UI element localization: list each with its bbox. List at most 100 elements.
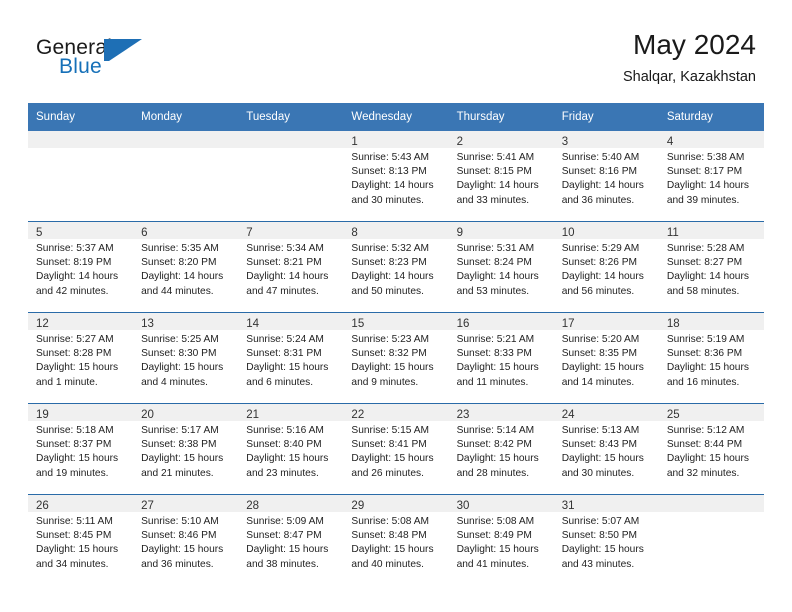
sun-info: Sunrise: 5:43 AM Sunset: 8:13 PM Daylight:… bbox=[343, 148, 448, 208]
calendar-day-cell[interactable]: 7 Sunrise: 5:34 AM Sunset: 8:21 PM Daylight… bbox=[238, 221, 344, 313]
calendar-day-cell[interactable]: 9 Sunrise: 5:31 AM Sunset: 8:24 PM Daylight… bbox=[448, 221, 554, 313]
calendar-day-cell[interactable]: 30 Sunrise: 5:08 AM Sunset: 8:49 PM Dayligh… bbox=[448, 494, 554, 585]
day-number: 24 bbox=[561, 409, 575, 421]
sunset-time: Sunset: 8:33 PM bbox=[456, 348, 532, 360]
daylight-duration-line2: and 21 minutes. bbox=[141, 467, 214, 479]
day-number: 11 bbox=[666, 227, 679, 239]
daylight-duration-line2: and 4 minutes. bbox=[141, 376, 208, 388]
calendar-day-cell[interactable]: 31 Sunrise: 5:07 AM Sunset: 8:50 PM Dayligh… bbox=[553, 494, 659, 585]
day-cell-inner: 9 Sunrise: 5:31 AM Sunset: 8:24 PM Daylight… bbox=[448, 222, 554, 312]
calendar-day-cell[interactable]: 13 Sunrise: 5:25 AM Sunset: 8:30 PM Dayligh… bbox=[133, 312, 239, 404]
day-cell-inner: 14 Sunrise: 5:24 AM Sunset: 8:31 PM Dayligh… bbox=[238, 313, 344, 403]
calendar-day-cell[interactable]: 4 Sunrise: 5:38 AM Sunset: 8:17 PM Daylight… bbox=[658, 131, 764, 222]
calendar-day-cell[interactable]: 21 Sunrise: 5:16 AM Sunset: 8:40 PM Dayligh… bbox=[238, 403, 344, 495]
day-number-band: 19 bbox=[28, 404, 134, 421]
calendar-week-row: 19 Sunrise: 5:18 AM Sunset: 8:37 PM Dayligh… bbox=[28, 403, 764, 495]
daylight-duration-line2: and 1 minute. bbox=[36, 376, 98, 388]
sun-info: Sunrise: 5:21 AM Sunset: 8:33 PM Daylight:… bbox=[449, 330, 554, 390]
daylight-duration-line2: and 42 minutes. bbox=[36, 285, 109, 297]
sunrise-time: Sunrise: 5:25 AM bbox=[141, 334, 219, 345]
calendar-day-cell[interactable]: 8 Sunrise: 5:32 AM Sunset: 8:23 PM Daylight… bbox=[343, 221, 449, 313]
calendar-day-cell[interactable]: 29 Sunrise: 5:08 AM Sunset: 8:48 PM Dayligh… bbox=[343, 494, 449, 585]
sunset-time: Sunset: 8:19 PM bbox=[36, 257, 112, 269]
daylight-duration-line1: Daylight: 15 hours bbox=[351, 544, 434, 556]
day-cell-inner: 17 Sunrise: 5:20 AM Sunset: 8:35 PM Dayligh… bbox=[553, 313, 659, 403]
calendar-day-cell[interactable]: 17 Sunrise: 5:20 AM Sunset: 8:35 PM Dayligh… bbox=[553, 312, 659, 404]
calendar-day-cell[interactable]: 15 Sunrise: 5:23 AM Sunset: 8:32 PM Dayligh… bbox=[343, 312, 449, 404]
calendar-day-cell[interactable]: 10 Sunrise: 5:29 AM Sunset: 8:26 PM Dayligh… bbox=[553, 221, 659, 313]
daylight-duration-line1: Daylight: 15 hours bbox=[456, 453, 539, 465]
day-number: 22 bbox=[351, 409, 365, 421]
calendar-day-cell[interactable]: 18 Sunrise: 5:19 AM Sunset: 8:36 PM Dayligh… bbox=[658, 312, 764, 404]
sunrise-time: Sunrise: 5:16 AM bbox=[246, 425, 324, 436]
day-number-band: 3 bbox=[553, 131, 659, 148]
weekday-header-tuesday: Tuesday bbox=[238, 103, 344, 131]
day-number-band: 16 bbox=[448, 313, 554, 330]
daylight-duration-line2: and 43 minutes. bbox=[561, 558, 635, 570]
calendar-day-cell[interactable]: 26 Sunrise: 5:11 AM Sunset: 8:45 PM Dayligh… bbox=[28, 494, 134, 585]
day-number-band: 25 bbox=[658, 404, 764, 421]
daylight-duration-line1: Daylight: 15 hours bbox=[141, 544, 224, 556]
day-cell-inner: 18 Sunrise: 5:19 AM Sunset: 8:36 PM Dayligh… bbox=[658, 313, 764, 403]
daylight-duration-line2: and 34 minutes. bbox=[36, 558, 109, 570]
day-cell-inner: 5 Sunrise: 5:37 AM Sunset: 8:19 PM Daylight… bbox=[28, 222, 134, 312]
sun-info: Sunrise: 5:08 AM Sunset: 8:48 PM Daylight:… bbox=[343, 512, 448, 572]
day-cell-inner bbox=[28, 131, 134, 221]
weekday-header-saturday: Saturday bbox=[658, 103, 764, 131]
calendar-day-cell[interactable]: 14 Sunrise: 5:24 AM Sunset: 8:31 PM Dayligh… bbox=[238, 312, 344, 404]
calendar-day-cell[interactable]: 25 Sunrise: 5:12 AM Sunset: 8:44 PM Dayligh… bbox=[658, 403, 764, 495]
sun-info: Sunrise: 5:37 AM Sunset: 8:19 PM Daylight:… bbox=[28, 239, 133, 299]
calendar-day-cell[interactable]: 16 Sunrise: 5:21 AM Sunset: 8:33 PM Dayligh… bbox=[448, 312, 554, 404]
day-number: 30 bbox=[456, 500, 470, 512]
day-number: 27 bbox=[141, 500, 154, 512]
calendar-day-cell[interactable]: 24 Sunrise: 5:13 AM Sunset: 8:43 PM Dayligh… bbox=[553, 403, 659, 495]
day-number-band: 9 bbox=[448, 222, 554, 239]
calendar-day-cell[interactable]: 22 Sunrise: 5:15 AM Sunset: 8:41 PM Dayligh… bbox=[343, 403, 449, 495]
daylight-duration-line1: Daylight: 14 hours bbox=[351, 271, 434, 283]
calendar-day-cell[interactable]: 11 Sunrise: 5:28 AM Sunset: 8:27 PM Dayligh… bbox=[658, 221, 764, 313]
sunrise-time: Sunrise: 5:40 AM bbox=[561, 152, 640, 163]
sunset-time: Sunset: 8:28 PM bbox=[36, 348, 112, 360]
sun-info: Sunrise: 5:18 AM Sunset: 8:37 PM Daylight:… bbox=[28, 421, 133, 481]
calendar-day-cell[interactable]: 28 Sunrise: 5:09 AM Sunset: 8:47 PM Dayligh… bbox=[238, 494, 344, 585]
calendar-day-cell[interactable]: 20 Sunrise: 5:17 AM Sunset: 8:38 PM Dayligh… bbox=[133, 403, 239, 495]
day-number-band: 23 bbox=[448, 404, 554, 421]
sunset-time: Sunset: 8:40 PM bbox=[246, 439, 322, 451]
day-cell-inner: 26 Sunrise: 5:11 AM Sunset: 8:45 PM Dayligh… bbox=[28, 495, 134, 585]
day-number: 19 bbox=[36, 409, 49, 421]
sunset-time: Sunset: 8:27 PM bbox=[666, 257, 743, 269]
day-cell-inner: 24 Sunrise: 5:13 AM Sunset: 8:43 PM Dayligh… bbox=[553, 404, 659, 494]
calendar-day-cell[interactable]: 23 Sunrise: 5:14 AM Sunset: 8:42 PM Dayligh… bbox=[448, 403, 554, 495]
sunrise-time: Sunrise: 5:08 AM bbox=[456, 516, 535, 527]
day-number-band: 6 bbox=[133, 222, 239, 239]
calendar-day-cell[interactable]: 1 Sunrise: 5:43 AM Sunset: 8:13 PM Daylight… bbox=[343, 131, 449, 222]
day-cell-inner: 6 Sunrise: 5:35 AM Sunset: 8:20 PM Daylight… bbox=[133, 222, 239, 312]
calendar-day-cell[interactable]: 27 Sunrise: 5:10 AM Sunset: 8:46 PM Dayligh… bbox=[133, 494, 239, 585]
day-cell-inner: 1 Sunrise: 5:43 AM Sunset: 8:13 PM Daylight… bbox=[343, 131, 449, 221]
calendar-day-cell[interactable]: 12 Sunrise: 5:27 AM Sunset: 8:28 PM Dayligh… bbox=[28, 312, 134, 404]
calendar-day-cell[interactable]: 5 Sunrise: 5:37 AM Sunset: 8:19 PM Daylight… bbox=[28, 221, 134, 313]
sunrise-time: Sunrise: 5:19 AM bbox=[666, 334, 745, 345]
daylight-duration-line1: Daylight: 15 hours bbox=[141, 453, 224, 465]
sun-info: Sunrise: 5:20 AM Sunset: 8:35 PM Daylight:… bbox=[554, 330, 659, 390]
calendar-day-cell[interactable]: 19 Sunrise: 5:18 AM Sunset: 8:37 PM Dayligh… bbox=[28, 403, 134, 495]
brand-logo[interactable]: General Blue bbox=[36, 36, 156, 84]
day-cell-inner: 12 Sunrise: 5:27 AM Sunset: 8:28 PM Dayligh… bbox=[28, 313, 134, 403]
sunset-time: Sunset: 8:17 PM bbox=[666, 166, 743, 178]
daylight-duration-line1: Daylight: 15 hours bbox=[666, 362, 749, 374]
daylight-duration-line2: and 26 minutes. bbox=[351, 467, 424, 479]
calendar-day-cell[interactable]: 6 Sunrise: 5:35 AM Sunset: 8:20 PM Daylight… bbox=[133, 221, 239, 313]
daylight-duration-line2: and 36 minutes. bbox=[561, 194, 635, 206]
day-number-band: 28 bbox=[238, 495, 344, 512]
day-cell-inner: 15 Sunrise: 5:23 AM Sunset: 8:32 PM Dayligh… bbox=[343, 313, 449, 403]
day-cell-inner: 4 Sunrise: 5:38 AM Sunset: 8:17 PM Daylight… bbox=[658, 131, 764, 221]
sunrise-time: Sunrise: 5:17 AM bbox=[141, 425, 219, 436]
day-number-band bbox=[28, 131, 134, 148]
calendar-day-cell[interactable]: 2 Sunrise: 5:41 AM Sunset: 8:15 PM Daylight… bbox=[448, 131, 554, 222]
daylight-duration-line1: Daylight: 14 hours bbox=[666, 180, 749, 192]
weekday-header-monday: Monday bbox=[133, 103, 239, 131]
day-number: 29 bbox=[351, 500, 365, 512]
day-number: 10 bbox=[561, 227, 575, 239]
calendar-day-cell[interactable]: 3 Sunrise: 5:40 AM Sunset: 8:16 PM Daylight… bbox=[553, 131, 659, 222]
daylight-duration-line2: and 11 minutes. bbox=[456, 376, 529, 388]
